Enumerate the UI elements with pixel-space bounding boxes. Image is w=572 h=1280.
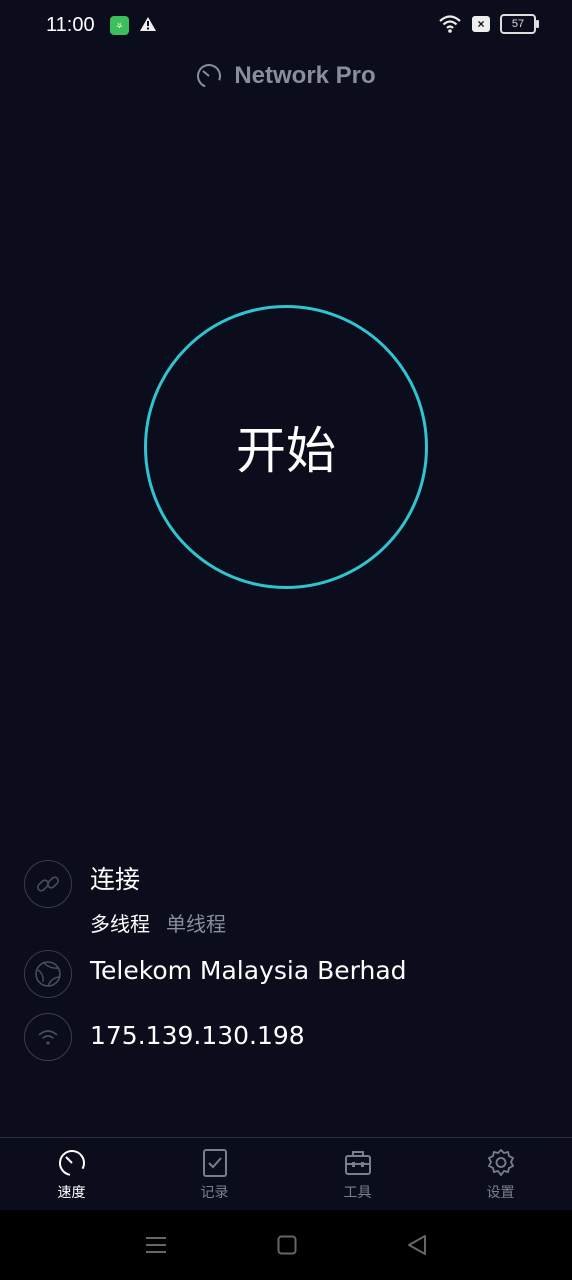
thread-selector: 多线程 单线程 bbox=[90, 908, 226, 937]
start-button-label: 开始 bbox=[236, 422, 336, 480]
wifi-signal-icon-wrapper bbox=[24, 1013, 72, 1061]
status-icons: × 57 bbox=[438, 14, 539, 34]
nav-tools-label: 工具 bbox=[343, 1185, 372, 1201]
nav-records[interactable]: 记录 bbox=[143, 1138, 286, 1210]
isp-name: Telekom Malaysia Berhad bbox=[90, 956, 407, 985]
connection-row: 连接 多线程 单线程 bbox=[24, 860, 226, 937]
battery-indicator: 57 bbox=[500, 14, 539, 34]
wifi-icon bbox=[439, 15, 461, 33]
no-sim-icon: × bbox=[472, 16, 490, 32]
isp-row: Telekom Malaysia Berhad bbox=[24, 950, 407, 998]
toolbox-icon bbox=[344, 1151, 371, 1175]
status-time: 11:00 bbox=[46, 14, 95, 36]
nav-records-label: 记录 bbox=[200, 1185, 229, 1201]
clipboard-check-icon bbox=[202, 1149, 227, 1177]
system-nav-bar bbox=[0, 1210, 572, 1280]
ip-address: 175.139.130.198 bbox=[90, 1021, 305, 1050]
link-icon-wrapper bbox=[24, 860, 72, 908]
status-bar: 11:00 ⛧ × 57 bbox=[0, 0, 572, 52]
gear-icon bbox=[487, 1148, 514, 1177]
home-icon[interactable] bbox=[277, 1235, 297, 1255]
app-notification-icon: ⛧ bbox=[110, 16, 129, 35]
app-title: Network Pro bbox=[234, 62, 376, 89]
nav-speed[interactable]: 速度 bbox=[0, 1138, 143, 1210]
nav-speed-label: 速度 bbox=[57, 1185, 86, 1201]
ip-row: 175.139.130.198 bbox=[24, 1013, 305, 1061]
nav-settings[interactable]: 设置 bbox=[429, 1138, 572, 1210]
app-header: Network Pro bbox=[0, 62, 572, 90]
multi-thread-option[interactable]: 多线程 bbox=[90, 908, 150, 937]
bottom-nav: 速度 记录 工具 设置 bbox=[0, 1137, 572, 1210]
menu-icon[interactable] bbox=[145, 1235, 167, 1255]
nav-tools[interactable]: 工具 bbox=[286, 1138, 429, 1210]
link-icon bbox=[36, 876, 60, 892]
speedometer-icon bbox=[58, 1150, 85, 1176]
back-icon[interactable] bbox=[407, 1234, 427, 1256]
warning-icon bbox=[140, 17, 156, 31]
connection-label: 连接 bbox=[90, 865, 141, 894]
wifi-signal-icon bbox=[38, 1030, 58, 1045]
globe-icon-wrapper bbox=[24, 950, 72, 998]
globe-icon bbox=[35, 961, 61, 987]
speedometer-logo-icon bbox=[197, 64, 222, 88]
single-thread-option[interactable]: 单线程 bbox=[166, 908, 226, 937]
nav-settings-label: 设置 bbox=[486, 1185, 515, 1201]
start-test-button[interactable]: 开始 bbox=[144, 305, 428, 589]
